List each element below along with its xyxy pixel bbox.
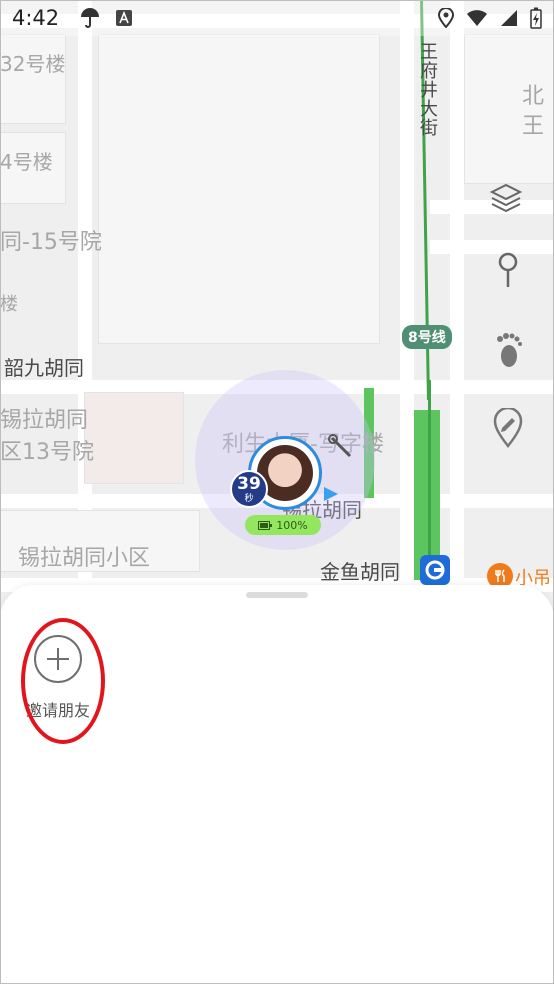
sheet-drag-handle[interactable]: [246, 592, 308, 598]
status-bar: 4:42: [0, 0, 554, 36]
metro-line-badge: 8号线: [402, 325, 452, 349]
footprint-button[interactable]: [488, 330, 528, 370]
map-label: 楼: [0, 294, 18, 315]
map-label: 锡拉胡同: [0, 408, 89, 433]
layers-icon: [489, 183, 523, 213]
umbrella-icon: [81, 8, 100, 28]
battery-status-badge: 100%: [245, 515, 321, 535]
map-label: 王府井大街: [417, 42, 438, 137]
battery-percent: 100%: [276, 518, 308, 532]
status-time: 4:42: [12, 6, 60, 30]
direction-arrow-icon: [324, 487, 338, 501]
road: [450, 0, 464, 600]
plus-icon: [47, 648, 69, 670]
map-block: [84, 392, 184, 484]
map-label: 32号楼: [0, 52, 66, 76]
subway-station-icon[interactable]: [420, 555, 450, 585]
map-label: 区13号院: [0, 440, 94, 465]
map-label: 北王: [522, 84, 545, 139]
pin-icon: [498, 252, 518, 287]
map-view[interactable]: 8号线 32号楼 4号楼 同-15号院 楼 韶九胡同 锡拉胡同 区13号院 利生…: [0, 0, 554, 610]
bottom-sheet: 邀请朋友: [0, 585, 554, 984]
timer-value: 39: [237, 474, 261, 494]
layers-button[interactable]: [486, 178, 526, 218]
timer-badge: 39 秒: [230, 470, 268, 508]
timer-unit: 秒: [244, 494, 254, 504]
invite-friend-button[interactable]: 邀请朋友: [18, 635, 98, 727]
map-label: 同-15号院: [0, 230, 102, 255]
map-block: [98, 34, 380, 344]
battery-charging-icon: [530, 7, 542, 29]
map-label: 金鱼胡同: [320, 560, 400, 584]
map-label: 4号楼: [0, 150, 53, 174]
location-icon: [438, 8, 454, 28]
add-circle: [34, 635, 82, 683]
pin-button[interactable]: [488, 250, 528, 290]
map-label: 韶九胡同: [4, 356, 84, 380]
battery-icon: [258, 520, 273, 530]
map-marker-edit-icon: [493, 408, 523, 448]
signal-icon: [501, 10, 517, 26]
footprint-icon: [497, 333, 522, 367]
invite-friend-label: 邀请朋友: [25, 701, 90, 720]
wifi-icon: [467, 10, 487, 26]
a-notification-icon: [116, 10, 133, 26]
map-label: 锡拉胡同小区: [18, 546, 151, 571]
geofence-edit-button[interactable]: [488, 408, 528, 448]
road: [400, 0, 414, 600]
wrench-icon: [328, 434, 356, 466]
